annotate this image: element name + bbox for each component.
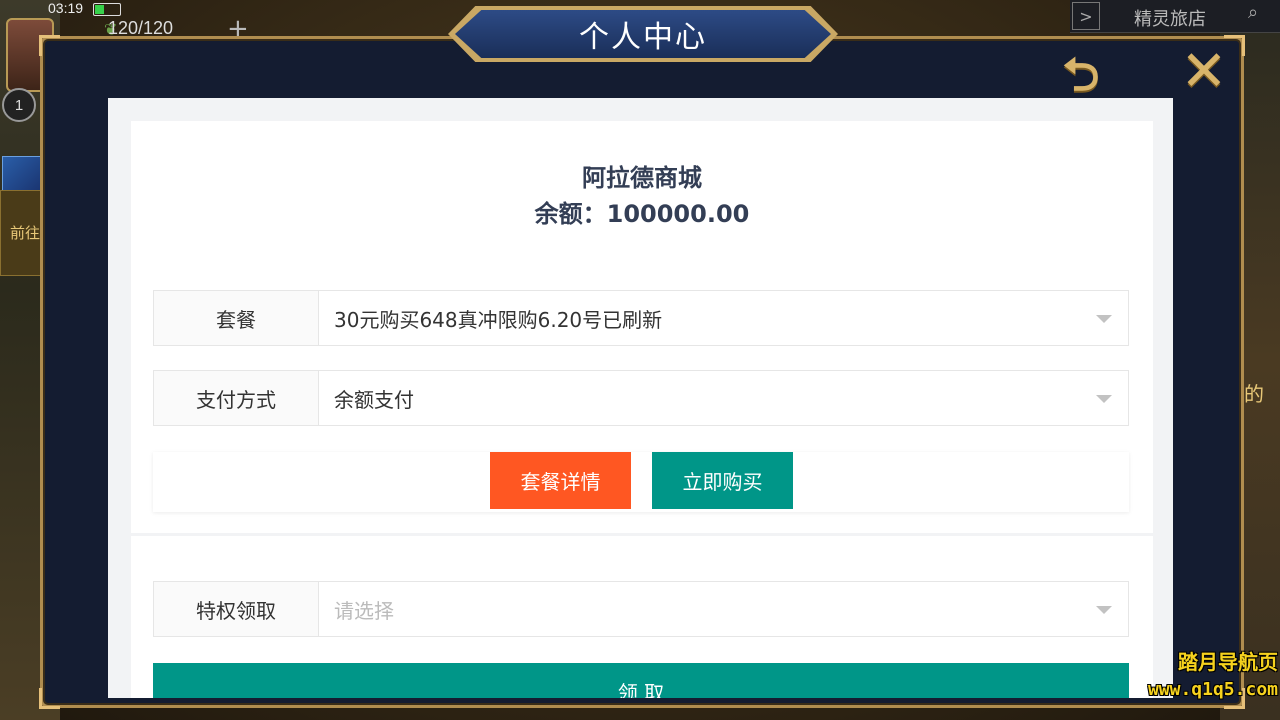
- battery-icon: [93, 3, 121, 16]
- chevron-down-icon: [1096, 315, 1112, 323]
- payment-method-select[interactable]: 支付方式 余额支付: [153, 370, 1129, 426]
- side-quest-label: 前往: [10, 224, 41, 242]
- location-title: 精灵旅店: [1134, 9, 1206, 30]
- chevron-down-icon: [1096, 395, 1112, 403]
- expand-arrow-icon[interactable]: >: [1072, 2, 1100, 30]
- package-select[interactable]: 套餐 30元购买648真冲限购6.20号已刷新: [153, 290, 1129, 346]
- package-details-button[interactable]: 套餐详情: [490, 452, 631, 509]
- site-watermark: 踏月导航页 www.q1q5.com: [1098, 646, 1278, 700]
- purchase-card: 阿拉德商城 余额：100000.00 套餐 30元购买648真冲限购6.20号已…: [131, 121, 1153, 533]
- back-button[interactable]: ⮌: [1044, 50, 1118, 98]
- chevron-down-icon: [1096, 606, 1112, 614]
- right-edge-text: 的: [1244, 382, 1264, 406]
- level-badge: 1: [2, 88, 36, 122]
- status-time: 03:19: [48, 0, 84, 16]
- shop-name: 阿拉德商城: [582, 164, 702, 192]
- privilege-label: 特权领取: [154, 582, 319, 636]
- package-label: 套餐: [154, 291, 319, 345]
- action-button-row: 套餐详情 立即购买: [153, 452, 1129, 512]
- modal-title: 个人中心: [455, 10, 831, 58]
- privilege-select[interactable]: 特权领取 请选择: [153, 581, 1129, 637]
- shop-webview: 阿拉德商城 余额：100000.00 套餐 30元购买648真冲限购6.20号已…: [108, 98, 1173, 698]
- payment-value: 余额支付: [334, 387, 414, 412]
- privilege-placeholder: 请选择: [334, 598, 394, 623]
- watermark-url: www.q1q5.com: [1147, 679, 1278, 700]
- buy-now-button[interactable]: 立即购买: [652, 452, 793, 509]
- frame-corner-ornament: [39, 688, 60, 709]
- balance-text: 余额：100000.00: [534, 200, 750, 228]
- package-value: 30元购买648真冲限购6.20号已刷新: [334, 307, 663, 332]
- frame-corner-ornament: [39, 35, 60, 56]
- payment-label: 支付方式: [154, 371, 319, 425]
- watermark-title: 踏月导航页: [1178, 650, 1278, 674]
- search-icon[interactable]: ⌕: [1248, 2, 1276, 30]
- claim-button[interactable]: 领 取: [153, 663, 1129, 698]
- skill-slot[interactable]: [2, 156, 42, 192]
- privilege-card: 特权领取 请选择 领 取: [131, 536, 1153, 698]
- close-button[interactable]: ✕: [1176, 44, 1232, 100]
